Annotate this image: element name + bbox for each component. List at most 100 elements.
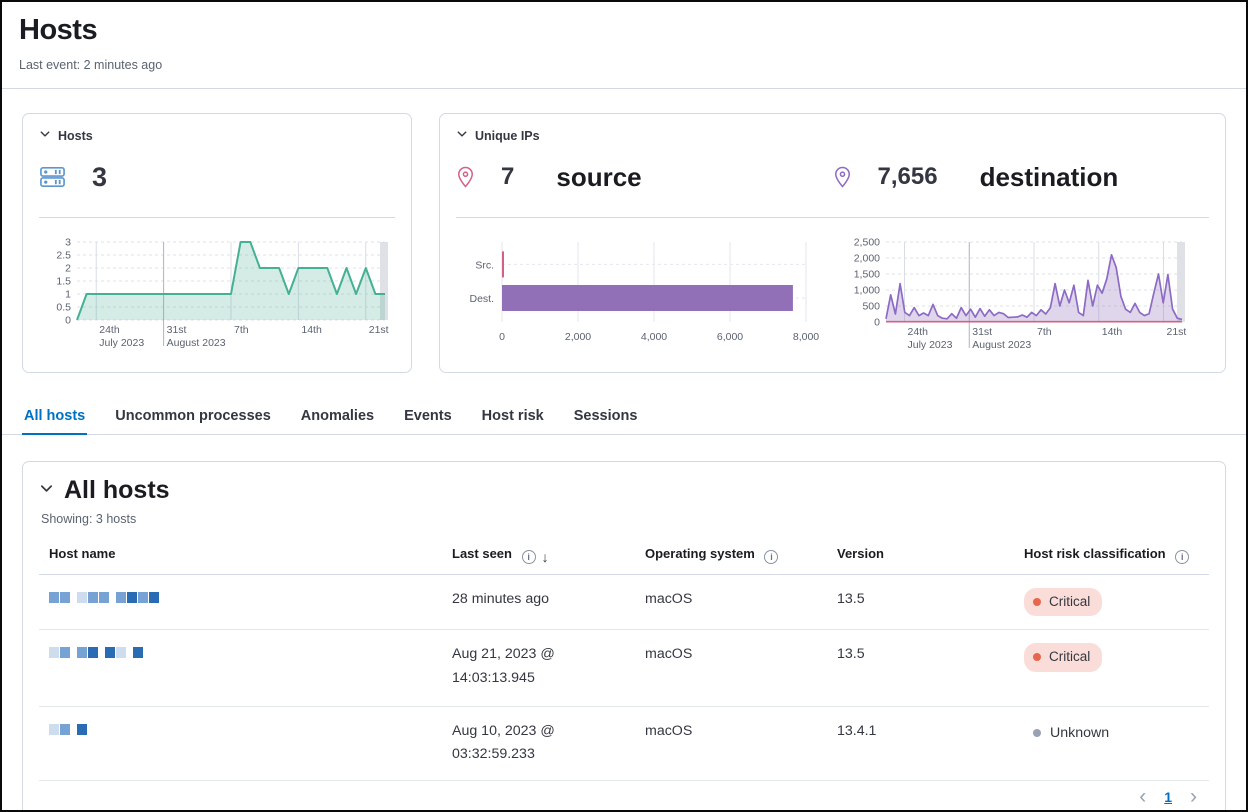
svg-text:31st: 31st: [972, 326, 992, 338]
hosts-count: 3: [92, 162, 107, 193]
svg-text:8,000: 8,000: [793, 331, 819, 343]
svg-text:24th: 24th: [99, 324, 120, 336]
last-event-text: Last event: 2 minutes ago: [19, 58, 1226, 72]
svg-text:7th: 7th: [234, 324, 249, 336]
unique-ips-card-toggle[interactable]: Unique IPs: [456, 128, 1209, 143]
svg-text:6,000: 6,000: [717, 331, 743, 343]
hosts-table: Host name Last seen i ↓ Operating system…: [39, 536, 1209, 781]
svg-text:1: 1: [65, 289, 71, 301]
host-name-link[interactable]: [49, 588, 159, 603]
unique-ips-card-label: Unique IPs: [475, 129, 540, 143]
hosts-area-chart: 32.521.510.50 24thJuly 2023 31stAugust 202…: [39, 236, 397, 354]
svg-text:31st: 31st: [167, 324, 187, 336]
risk-badge-critical: Critical: [1024, 643, 1102, 671]
info-icon[interactable]: i: [1175, 550, 1189, 564]
svg-text:24th: 24th: [908, 326, 929, 338]
column-last-seen[interactable]: Last seen i ↓: [444, 536, 637, 575]
tab-all-hosts[interactable]: All hosts: [22, 400, 87, 434]
destination-ip-count: 7,656: [878, 163, 938, 191]
svg-text:3: 3: [65, 237, 71, 249]
pagination-page-1[interactable]: 1: [1162, 789, 1174, 805]
svg-text:0.5: 0.5: [56, 302, 71, 314]
app-window: Hosts Last event: 2 minutes ago Hosts: [0, 0, 1248, 812]
pagination-next-icon[interactable]: ›: [1184, 789, 1203, 805]
svg-text:July 2023: July 2023: [99, 337, 144, 349]
sort-desc-icon[interactable]: ↓: [542, 549, 549, 565]
os-value: macOS: [645, 723, 692, 739]
destination-pin-icon: [833, 165, 852, 189]
svg-text:1.5: 1.5: [56, 276, 71, 288]
column-version: Version: [829, 536, 1016, 575]
svg-text:7th: 7th: [1037, 326, 1052, 338]
critical-dot-icon: [1033, 598, 1041, 606]
svg-text:Src.: Src.: [475, 259, 494, 271]
svg-text:2,500: 2,500: [854, 237, 880, 249]
kpi-row: Hosts 3 32.521.510.5024thJuly 202331stAu…: [2, 89, 1246, 373]
table-row: 28 minutes ago macOS 13.5 Critical: [39, 575, 1209, 630]
svg-text:0: 0: [499, 331, 505, 343]
tab-anomalies[interactable]: Anomalies: [299, 400, 376, 434]
column-operating-system: Operating system i: [637, 536, 829, 575]
svg-text:21st: 21st: [1167, 326, 1187, 338]
all-hosts-toggle[interactable]: All hosts: [39, 476, 1209, 505]
page-title: Hosts: [19, 14, 1226, 47]
info-icon[interactable]: i: [764, 550, 778, 564]
column-host-name: Host name: [39, 536, 444, 575]
last-seen-value: Aug 21, 2023 @ 14:03:13.945: [452, 643, 610, 690]
tab-sessions[interactable]: Sessions: [572, 400, 640, 434]
svg-text:0: 0: [874, 317, 880, 329]
unique-ips-area-chart: 2,500 2,000 1,500 1,000 500 0 24thJuly 2023 31s…: [838, 236, 1194, 356]
info-icon[interactable]: i: [522, 550, 536, 564]
svg-text:14th: 14th: [301, 324, 322, 336]
svg-text:July 2023: July 2023: [908, 339, 953, 351]
source-pin-icon: [456, 165, 475, 189]
svg-text:4,000: 4,000: [641, 331, 667, 343]
risk-unknown: Unknown: [1024, 720, 1109, 745]
last-seen-value: Aug 10, 2023 @ 03:32:59.233: [452, 720, 610, 767]
critical-dot-icon: [1033, 653, 1041, 661]
page-header: Hosts Last event: 2 minutes ago: [2, 2, 1246, 72]
pagination: ‹ 1 ›: [39, 781, 1209, 812]
svg-text:2: 2: [65, 263, 71, 275]
host-name-link[interactable]: [49, 643, 143, 658]
column-host-risk: Host risk classification i: [1016, 536, 1209, 575]
svg-text:1,000: 1,000: [854, 285, 880, 297]
svg-text:Dest.: Dest.: [469, 293, 494, 305]
chevron-down-icon: [39, 481, 54, 501]
svg-text:0: 0: [65, 315, 71, 327]
tab-uncommon-processes[interactable]: Uncommon processes: [113, 400, 273, 434]
hosts-card-toggle[interactable]: Hosts: [39, 128, 395, 143]
version-value: 13.5: [837, 646, 865, 662]
svg-text:500: 500: [862, 301, 880, 313]
svg-text:2.5: 2.5: [56, 250, 71, 262]
chevron-down-icon: [39, 128, 51, 143]
hosts-card-label: Hosts: [58, 129, 93, 143]
os-value: macOS: [645, 591, 692, 607]
version-value: 13.5: [837, 591, 865, 607]
storage-icon: [39, 165, 66, 189]
risk-badge-critical: Critical: [1024, 588, 1102, 616]
source-ip-count: 7: [501, 163, 514, 191]
tab-events[interactable]: Events: [402, 400, 454, 434]
version-value: 13.4.1: [837, 723, 876, 739]
card-divider: [39, 217, 395, 218]
unknown-dot-icon: [1033, 729, 1041, 737]
last-seen-value: 28 minutes ago: [452, 588, 610, 611]
hosts-kpi-card: Hosts 3 32.521.510.5024thJuly 202331stAu…: [22, 113, 412, 373]
source-label: source: [556, 162, 641, 193]
svg-text:2,000: 2,000: [854, 253, 880, 265]
table-row: Aug 10, 2023 @ 03:32:59.233 macOS 13.4.1…: [39, 706, 1209, 780]
svg-text:2,000: 2,000: [565, 331, 591, 343]
tab-host-risk[interactable]: Host risk: [480, 400, 546, 434]
card-divider: [456, 217, 1209, 218]
svg-text:August 2023: August 2023: [167, 337, 226, 349]
pagination-previous-icon[interactable]: ‹: [1133, 789, 1152, 805]
table-header-row: Host name Last seen i ↓ Operating system…: [39, 536, 1209, 575]
svg-text:1,500: 1,500: [854, 269, 880, 281]
host-name-link[interactable]: [49, 720, 87, 735]
chevron-down-icon: [456, 128, 468, 143]
unique-ips-kpi-card: Unique IPs 7 source: [439, 113, 1226, 373]
table-row: Aug 21, 2023 @ 14:03:13.945 macOS 13.5 C…: [39, 630, 1209, 706]
svg-text:21st: 21st: [369, 324, 389, 336]
svg-text:14th: 14th: [1102, 326, 1123, 338]
